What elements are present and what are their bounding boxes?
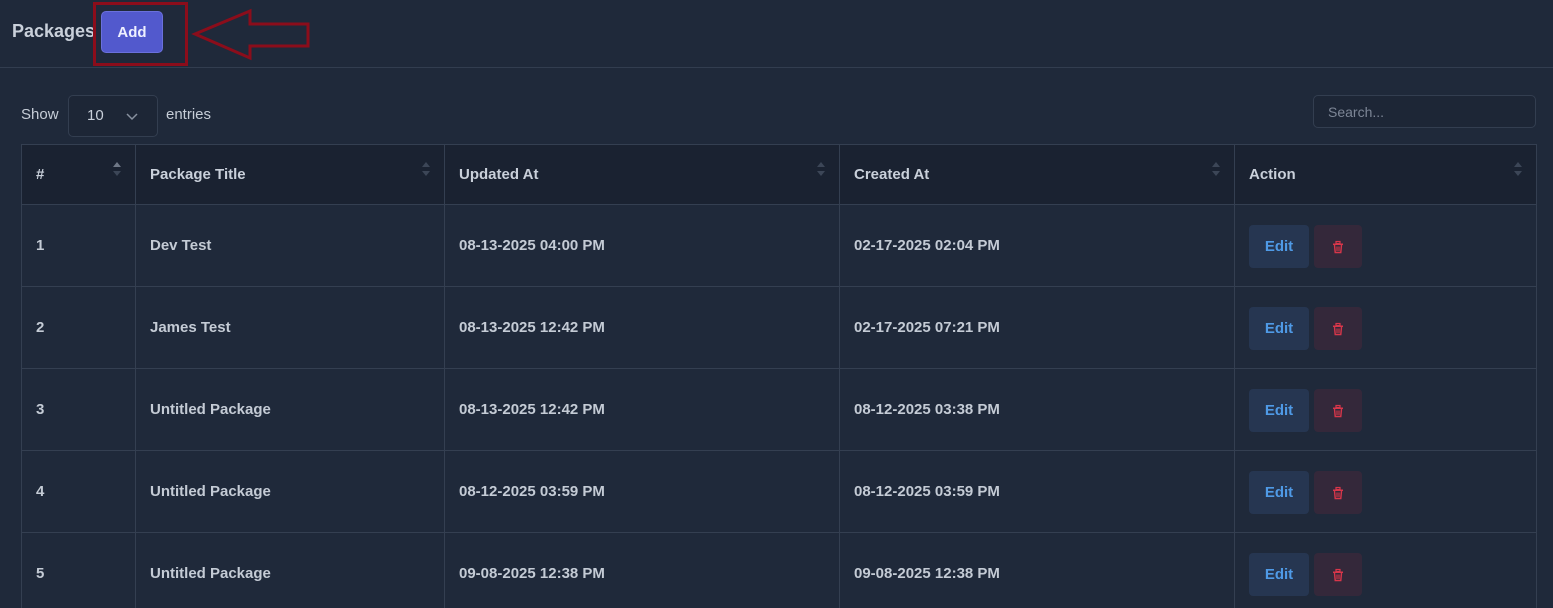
cell-created-at: 08-12-2025 03:59 PM	[839, 450, 1235, 533]
edit-button[interactable]: Edit	[1249, 307, 1309, 350]
delete-button[interactable]	[1314, 389, 1362, 432]
packages-table: # Package Title Updated At Created At Ac…	[21, 144, 1537, 608]
trash-icon	[1333, 486, 1343, 499]
sort-icon	[422, 162, 430, 176]
column-header-label: Created At	[854, 166, 930, 183]
column-header-updated-at[interactable]: Updated At	[444, 144, 840, 205]
cell-number: 1	[21, 204, 136, 287]
table-header-row: # Package Title Updated At Created At Ac…	[21, 144, 1537, 205]
cell-updated-at: 08-13-2025 04:00 PM	[444, 204, 840, 287]
table-row: 3 Untitled Package 08-13-2025 12:42 PM 0…	[21, 368, 1537, 451]
sort-icon	[113, 162, 121, 176]
sort-icon	[817, 162, 825, 176]
edit-button[interactable]: Edit	[1249, 553, 1309, 596]
cell-updated-at: 09-08-2025 12:38 PM	[444, 532, 840, 608]
delete-button[interactable]	[1314, 225, 1362, 268]
sort-icon	[1212, 162, 1220, 176]
arrow-left-icon	[191, 8, 310, 61]
table-row: 1 Dev Test 08-13-2025 04:00 PM 02-17-202…	[21, 204, 1537, 287]
cell-actions: Edit	[1234, 532, 1537, 608]
show-label: Show	[21, 106, 59, 123]
trash-icon	[1333, 240, 1343, 253]
entries-label: entries	[166, 106, 212, 123]
sort-icon	[1514, 162, 1522, 176]
cell-actions: Edit	[1234, 368, 1537, 451]
cell-actions: Edit	[1234, 286, 1537, 369]
delete-button[interactable]	[1314, 307, 1362, 350]
cell-package-title: Untitled Package	[135, 450, 445, 533]
trash-icon	[1333, 404, 1343, 417]
cell-created-at: 08-12-2025 03:38 PM	[839, 368, 1235, 451]
column-header-number[interactable]: #	[21, 144, 136, 205]
cell-updated-at: 08-12-2025 03:59 PM	[444, 450, 840, 533]
cell-updated-at: 08-13-2025 12:42 PM	[444, 286, 840, 369]
cell-number: 3	[21, 368, 136, 451]
cell-package-title: Dev Test	[135, 204, 445, 287]
column-header-label: Package Title	[150, 166, 246, 183]
column-header-label: #	[36, 166, 45, 183]
entries-per-page-select[interactable]: 10	[68, 95, 158, 137]
edit-button[interactable]: Edit	[1249, 471, 1309, 514]
cell-number: 5	[21, 532, 136, 608]
column-header-label: Updated At	[459, 166, 539, 183]
annotation-highlight-box	[93, 2, 188, 66]
page: Packages Add Show 10 entries #	[0, 0, 1553, 608]
cell-number: 4	[21, 450, 136, 533]
page-header: Packages Add	[0, 0, 1553, 68]
cell-actions: Edit	[1234, 450, 1537, 533]
cell-updated-at: 08-13-2025 12:42 PM	[444, 368, 840, 451]
cell-package-title: Untitled Package	[135, 532, 445, 608]
page-title: Packages	[12, 21, 96, 41]
trash-icon	[1333, 322, 1343, 335]
column-header-package-title[interactable]: Package Title	[135, 144, 445, 205]
search-input[interactable]	[1313, 95, 1536, 128]
column-header-label: Action	[1249, 166, 1296, 183]
entries-select-value: 10	[87, 107, 104, 124]
column-header-action[interactable]: Action	[1234, 144, 1537, 205]
trash-icon	[1333, 568, 1343, 581]
delete-button[interactable]	[1314, 553, 1362, 596]
table-row: 2 James Test 08-13-2025 12:42 PM 02-17-2…	[21, 286, 1537, 369]
column-header-created-at[interactable]: Created At	[839, 144, 1235, 205]
edit-button[interactable]: Edit	[1249, 225, 1309, 268]
chevron-down-icon	[126, 113, 138, 121]
edit-button[interactable]: Edit	[1249, 389, 1309, 432]
cell-number: 2	[21, 286, 136, 369]
cell-created-at: 02-17-2025 02:04 PM	[839, 204, 1235, 287]
cell-created-at: 02-17-2025 07:21 PM	[839, 286, 1235, 369]
table-row: 5 Untitled Package 09-08-2025 12:38 PM 0…	[21, 532, 1537, 608]
table-row: 4 Untitled Package 08-12-2025 03:59 PM 0…	[21, 450, 1537, 533]
cell-actions: Edit	[1234, 204, 1537, 287]
cell-created-at: 09-08-2025 12:38 PM	[839, 532, 1235, 608]
delete-button[interactable]	[1314, 471, 1362, 514]
cell-package-title: James Test	[135, 286, 445, 369]
cell-package-title: Untitled Package	[135, 368, 445, 451]
